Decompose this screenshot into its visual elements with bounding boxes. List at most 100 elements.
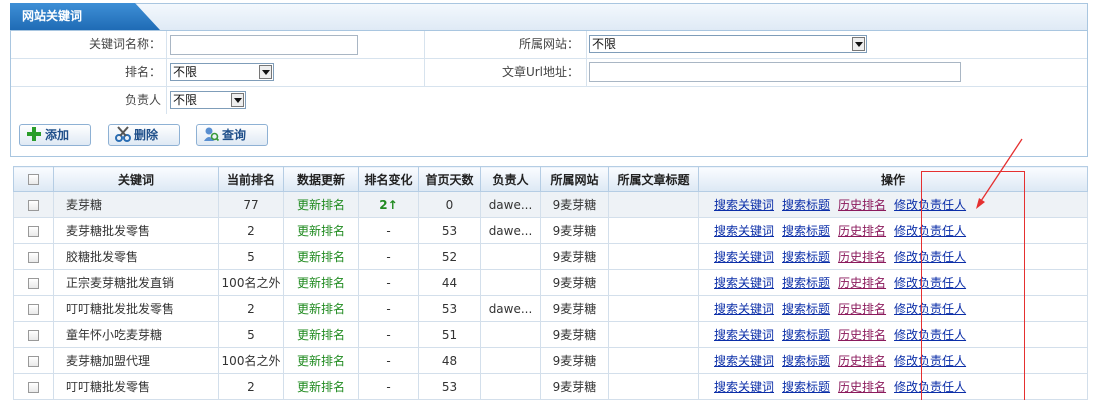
table-row[interactable]: 叮叮糖批发零售 2 更新排名 -53 9麦芽糖 搜索关键词 搜索标题 历史排名 修改负责任人 — [13, 373, 1088, 400]
change-owner-link[interactable]: 修改负责任人 — [894, 198, 966, 212]
search-keyword-link[interactable]: 搜索关键词 — [714, 276, 774, 290]
history-rank-link[interactable]: 历史排名 — [838, 328, 886, 342]
change-owner-link[interactable]: 修改负责任人 — [894, 328, 966, 342]
article-url-input[interactable] — [589, 62, 961, 82]
filter-row-3: 负责人 不限 — [11, 87, 1087, 114]
row-select-cell[interactable] — [13, 295, 54, 322]
change-owner-link[interactable]: 修改负责任人 — [894, 354, 966, 368]
change-owner-link[interactable]: 修改负责任人 — [894, 276, 966, 290]
search-keyword-link[interactable]: 搜索关键词 — [714, 224, 774, 238]
select-all-header[interactable] — [13, 166, 54, 192]
search-title-link[interactable]: 搜索标题 — [782, 276, 830, 290]
table-row[interactable]: 叮叮糖批发批发零售 2 更新排名 -53 dawe... 9麦芽糖 搜索关键词 搜索标题 历史排… — [13, 295, 1088, 322]
delete-button[interactable]: 删除 — [108, 124, 180, 146]
add-button[interactable]: 添加 — [19, 124, 91, 146]
change-owner-link[interactable]: 修改负责任人 — [894, 302, 966, 316]
update-rank-link[interactable]: 更新排名 — [283, 269, 359, 296]
change-owner-link[interactable]: 修改负责任人 — [894, 250, 966, 264]
row-select-cell[interactable] — [13, 321, 54, 348]
search-title-link[interactable]: 搜索标题 — [782, 354, 830, 368]
site-cell: 9麦芽糖 — [540, 321, 609, 348]
row-select-cell[interactable] — [13, 217, 54, 244]
search-keyword-link[interactable]: 搜索关键词 — [714, 198, 774, 212]
rank-label: 排名： — [124, 65, 161, 79]
row-checkbox[interactable] — [28, 303, 39, 315]
update-rank-link[interactable]: 更新排名 — [283, 243, 359, 270]
keyword-name-input[interactable] — [170, 35, 358, 55]
search-keyword-link[interactable]: 搜索关键词 — [714, 380, 774, 394]
history-rank-link[interactable]: 历史排名 — [838, 224, 886, 238]
search-title-link[interactable]: 搜索标题 — [782, 198, 830, 212]
table-row[interactable]: 麦芽糖批发零售 2 更新排名 -53 dawe... 9麦芽糖 搜索关键词 搜索标题 历史排名修… — [13, 217, 1088, 244]
search-keyword-link[interactable]: 搜索关键词 — [714, 328, 774, 342]
update-rank-link[interactable]: 更新排名 — [283, 347, 359, 374]
row-checkbox[interactable] — [28, 355, 39, 367]
row-checkbox[interactable] — [28, 329, 39, 341]
keyword-cell: 胶糖批发零售 — [53, 243, 219, 270]
chevron-down-icon[interactable] — [231, 93, 244, 107]
row-select-cell[interactable] — [13, 191, 54, 218]
rank-select[interactable]: 不限 — [170, 63, 274, 81]
change-owner-link[interactable]: 修改负责任人 — [894, 224, 966, 238]
search-keyword-link[interactable]: 搜索关键词 — [714, 302, 774, 316]
update-rank-link[interactable]: 更新排名 — [283, 321, 359, 348]
change-owner-link[interactable]: 修改负责任人 — [894, 380, 966, 394]
select-all-checkbox[interactable] — [28, 174, 39, 185]
update-rank-link[interactable]: 更新排名 — [283, 373, 359, 400]
site-cell: 9麦芽糖 — [540, 191, 609, 218]
actions-cell: 搜索关键词 搜索标题 历史排名 修改负责任人 — [698, 269, 1088, 296]
site-label: 所属网站： — [518, 37, 579, 51]
search-keyword-link[interactable]: 搜索关键词 — [714, 354, 774, 368]
rank-change-cell: - — [358, 321, 419, 348]
add-button-label: 添加 — [45, 128, 70, 142]
row-checkbox[interactable] — [28, 251, 39, 263]
update-rank-link[interactable]: 更新排名 — [283, 217, 359, 244]
owner-select[interactable]: 不限 — [170, 91, 246, 109]
rank-change-cell: 2↑ — [358, 191, 419, 218]
row-checkbox[interactable] — [28, 225, 39, 237]
row-select-cell[interactable] — [13, 347, 54, 374]
history-rank-link[interactable]: 历史排名 — [838, 380, 886, 394]
keyword-cell: 麦芽糖 — [53, 191, 219, 218]
search-title-link[interactable]: 搜索标题 — [782, 302, 830, 316]
history-rank-link[interactable]: 历史排名 — [838, 276, 886, 290]
keyword-cell: 叮叮糖批发批发零售 — [53, 295, 219, 322]
row-select-cell[interactable] — [13, 243, 54, 270]
table-row[interactable]: 童年怀小吃麦芽糖 5 更新排名 -51 9麦芽糖 搜索关键词 搜索标题 历史排名 修改负责任人 — [13, 321, 1088, 348]
rank-cell: 2 — [218, 295, 284, 322]
history-rank-link[interactable]: 历史排名 — [838, 302, 886, 316]
search-title-link[interactable]: 搜索标题 — [782, 328, 830, 342]
rank-cell: 100名之外 — [218, 269, 284, 296]
col-update: 数据更新 — [283, 166, 359, 192]
update-rank-link[interactable]: 更新排名 — [283, 191, 359, 218]
row-checkbox[interactable] — [28, 277, 39, 289]
article-title-cell — [608, 269, 699, 296]
owner-cell — [480, 321, 541, 348]
chevron-down-icon[interactable] — [852, 37, 865, 51]
site-select[interactable]: 不限 — [589, 35, 867, 53]
chevron-down-icon[interactable] — [259, 65, 272, 79]
table-row[interactable]: 麦芽糖 77 更新排名 2↑ 0 dawe... 9麦芽糖 搜索关键词 搜索标题 历史排名 修改负责… — [13, 191, 1088, 218]
rank-cell: 100名之外 — [218, 347, 284, 374]
update-rank-link[interactable]: 更新排名 — [283, 295, 359, 322]
delete-button-label: 删除 — [134, 128, 159, 142]
query-button[interactable]: 查询 — [196, 124, 268, 146]
history-rank-link[interactable]: 历史排名 — [838, 198, 886, 212]
row-checkbox[interactable] — [28, 199, 39, 211]
search-title-link[interactable]: 搜索标题 — [782, 224, 830, 238]
search-keyword-link[interactable]: 搜索关键词 — [714, 250, 774, 264]
article-title-cell — [608, 191, 699, 218]
search-title-link[interactable]: 搜索标题 — [782, 380, 830, 394]
search-title-link[interactable]: 搜索标题 — [782, 250, 830, 264]
row-select-cell[interactable] — [13, 269, 54, 296]
table-row[interactable]: 正宗麦芽糖批发直销 100名之外 更新排名 -44 9麦芽糖 搜索关键词 搜索标题 历史排名修… — [13, 269, 1088, 296]
history-rank-link[interactable]: 历史排名 — [838, 250, 886, 264]
rank-select-value: 不限 — [173, 65, 198, 79]
history-rank-link[interactable]: 历史排名 — [838, 354, 886, 368]
article-title-cell — [608, 217, 699, 244]
table-row[interactable]: 胶糖批发零售 5 更新排名 -52 9麦芽糖 搜索关键词 搜索标题 历史排名 修改负责任人 — [13, 243, 1088, 270]
search-user-icon — [204, 127, 219, 142]
table-row[interactable]: 麦芽糖加盟代理 100名之外 更新排名 -48 9麦芽糖 搜索关键词 搜索标题 历史排名 修改负… — [13, 347, 1088, 374]
row-select-cell[interactable] — [13, 373, 54, 400]
row-checkbox[interactable] — [28, 381, 39, 393]
